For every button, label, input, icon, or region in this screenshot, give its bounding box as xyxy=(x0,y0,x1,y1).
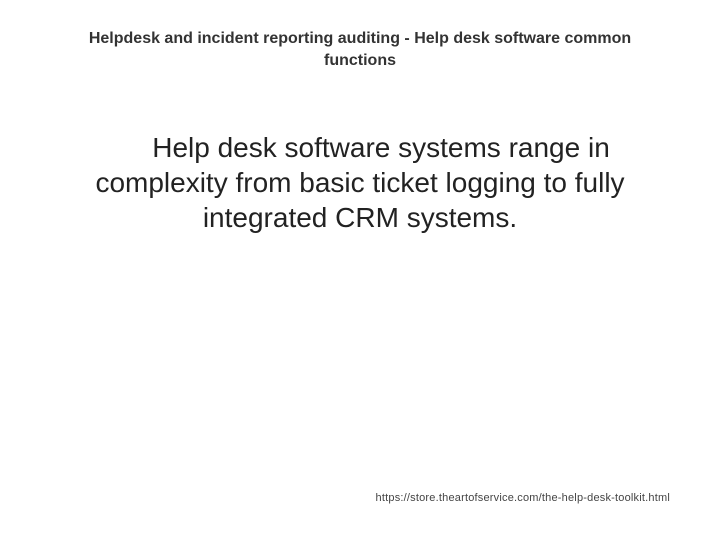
slide: Helpdesk and incident reporting auditing… xyxy=(0,0,720,540)
footer-url: https://store.theartofservice.com/the-he… xyxy=(0,492,670,504)
slide-title: Helpdesk and incident reporting auditing… xyxy=(80,28,640,71)
slide-body-text: Help desk software systems range in comp… xyxy=(60,130,660,235)
